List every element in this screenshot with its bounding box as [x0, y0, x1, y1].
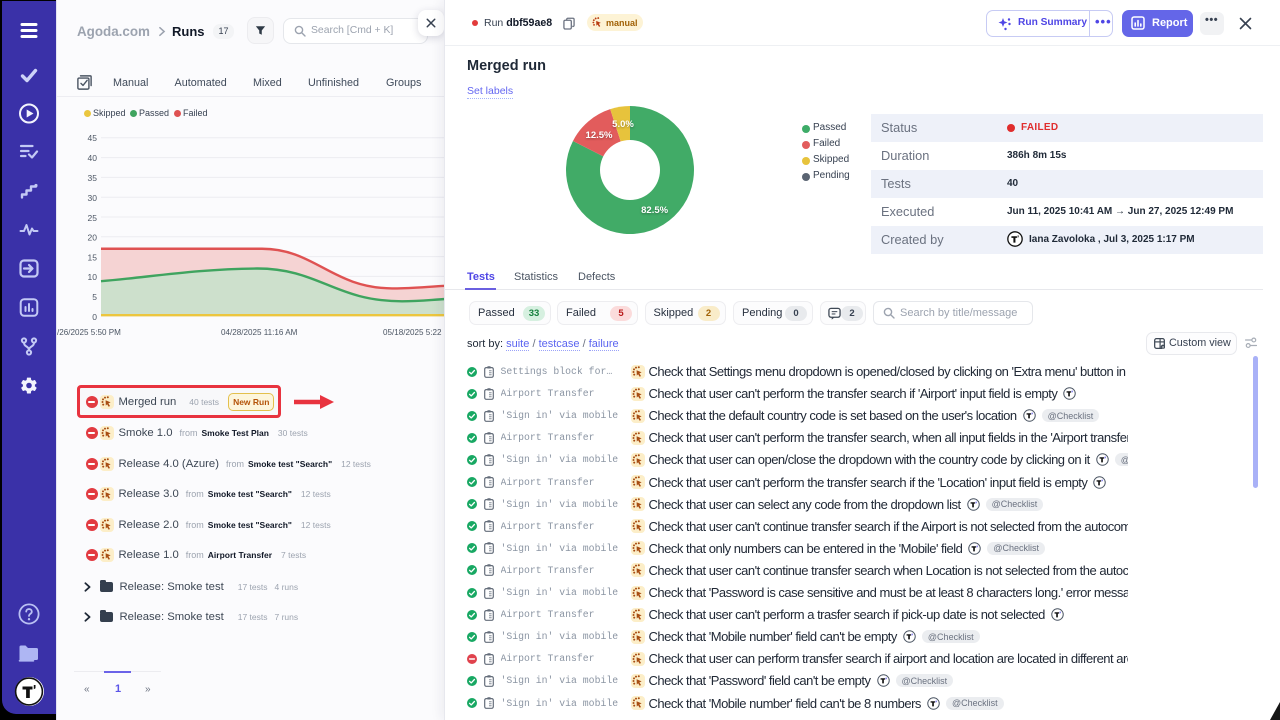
svg-text:40: 40 [88, 153, 98, 163]
svg-text:0: 0 [92, 312, 97, 322]
svg-text:25: 25 [88, 213, 98, 223]
svg-text:10: 10 [88, 272, 98, 282]
svg-text:5.0%: 5.0% [612, 119, 634, 130]
svg-text:35: 35 [88, 173, 98, 183]
svg-text:12.5%: 12.5% [586, 130, 613, 141]
svg-text:82.5%: 82.5% [641, 205, 668, 216]
svg-text:15: 15 [88, 253, 98, 263]
svg-text:20: 20 [88, 233, 98, 243]
svg-text:5: 5 [92, 292, 97, 302]
svg-text:30: 30 [88, 193, 98, 203]
svg-text:45: 45 [88, 133, 98, 143]
